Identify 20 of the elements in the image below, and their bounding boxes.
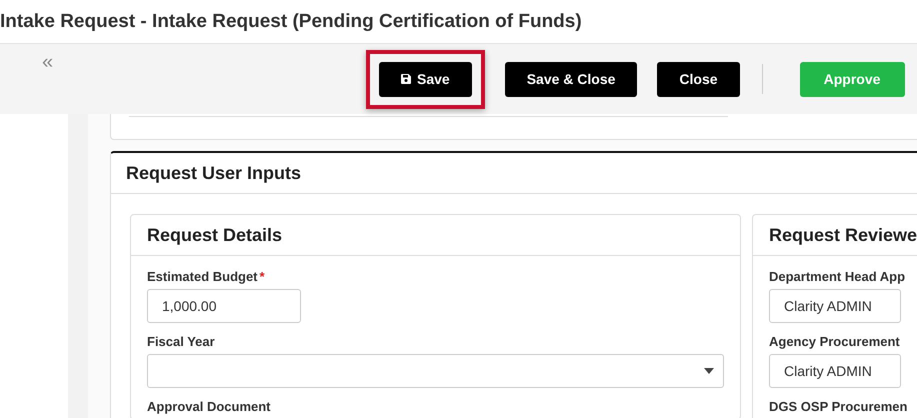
field-label: Agency Procurement (769, 334, 900, 350)
card-title: Request Details (147, 224, 282, 246)
card-title: Request Reviewe (769, 224, 917, 246)
toolbar-button[interactable]: Save & Close (504, 62, 638, 96)
field-label: Department Head App (769, 269, 906, 285)
section-title: Request User Inputs (126, 162, 302, 184)
field-label: Fiscal Year (147, 334, 215, 350)
field-label: DGS OSP Procuremen (769, 399, 908, 415)
input-field[interactable]: 1,000.00 (147, 289, 301, 323)
required-mark: * (260, 269, 265, 284)
dropdown-field[interactable] (147, 354, 724, 388)
input-field[interactable]: Clarity ADMIN (769, 289, 901, 323)
toolbar-button[interactable]: Save (379, 62, 472, 96)
caret-icon (704, 368, 714, 374)
input-field[interactable]: Clarity ADMIN (769, 354, 901, 388)
toolbar-button[interactable]: Close (657, 62, 740, 96)
field-label: Estimated Budget* (147, 269, 265, 285)
field-label: Approval Document (147, 399, 271, 415)
window-title: Intake Request - Intake Request (Pending Certification of Funds) (0, 10, 582, 32)
save-icon (401, 74, 411, 84)
